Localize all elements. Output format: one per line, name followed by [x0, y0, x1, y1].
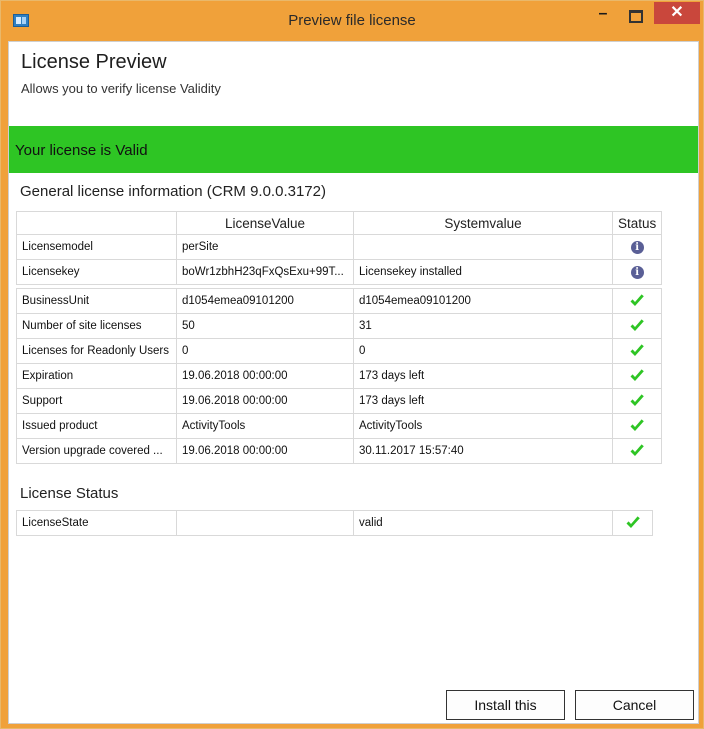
valid-status-banner: Your license is Valid [9, 126, 698, 173]
row-name: Support [16, 388, 177, 414]
row-name: LicenseState [16, 510, 177, 536]
row-name: Licensemodel [16, 234, 177, 260]
row-system-value: d1054emea09101200 [353, 288, 613, 314]
check-icon [626, 516, 640, 528]
row-license-value: 50 [176, 313, 354, 339]
check-icon [630, 319, 644, 331]
maximize-button[interactable] [622, 5, 650, 29]
row-status: i [611, 234, 663, 260]
check-icon [630, 369, 644, 381]
license-status-table: LicenseState valid [16, 510, 653, 536]
row-system-value: 31 [353, 313, 613, 339]
row-license-value: 0 [176, 338, 354, 364]
row-status: i [611, 259, 663, 285]
row-system-value: ActivityTools [353, 413, 613, 439]
minimize-button[interactable]: – [589, 5, 617, 29]
row-license-value: d1054emea09101200 [176, 288, 354, 314]
row-system-value: 173 days left [353, 363, 613, 389]
column-header-status[interactable]: Status [611, 211, 663, 235]
preview-license-window: Preview file license – ✕ License Preview… [0, 0, 704, 729]
info-icon[interactable]: i [630, 265, 644, 279]
row-name: Licensekey [16, 259, 177, 285]
table-row[interactable]: Support 19.06.2018 00:00:00 173 days left [16, 388, 663, 414]
table-row[interactable]: Number of site licenses 50 31 [16, 313, 663, 339]
column-header-name[interactable] [16, 211, 177, 235]
row-name: Licenses for Readonly Users [16, 338, 177, 364]
row-license-value: boWr1zbhH23qFxQsExu+99T... [176, 259, 354, 285]
column-header-systemvalue[interactable]: Systemvalue [353, 211, 613, 235]
row-system-value: 173 days left [353, 388, 613, 414]
row-system-value [353, 234, 613, 260]
row-name: Version upgrade covered ... [16, 438, 177, 464]
row-name: Expiration [16, 363, 177, 389]
page-subtitle: Allows you to verify license Validity [21, 81, 221, 96]
row-status [611, 438, 663, 464]
check-icon [630, 344, 644, 356]
table-row[interactable]: Licensemodel perSite i [16, 234, 663, 260]
row-license-value: ActivityTools [176, 413, 354, 439]
column-header-licensevalue[interactable]: LicenseValue [176, 211, 354, 235]
check-icon [630, 444, 644, 456]
row-status [612, 510, 653, 536]
check-icon [630, 294, 644, 306]
check-icon [630, 419, 644, 431]
row-status [611, 363, 663, 389]
row-system-value: Licensekey installed [353, 259, 613, 285]
table-row[interactable]: Licenses for Readonly Users 0 0 [16, 338, 663, 364]
row-name: Number of site licenses [16, 313, 177, 339]
row-system-value: 0 [353, 338, 613, 364]
row-system-value: 30.11.2017 15:57:40 [353, 438, 613, 464]
row-status [611, 338, 663, 364]
row-system-value: valid [353, 510, 613, 536]
row-name: Issued product [16, 413, 177, 439]
row-status [611, 288, 663, 314]
general-info-title: General license information (CRM 9.0.0.3… [20, 183, 326, 200]
row-status [611, 413, 663, 439]
row-license-value: 19.06.2018 00:00:00 [176, 388, 354, 414]
page-title: License Preview [21, 51, 167, 73]
valid-status-text: Your license is Valid [15, 142, 148, 159]
row-license-value [176, 510, 354, 536]
table-row[interactable]: LicenseState valid [16, 510, 653, 536]
row-status [611, 388, 663, 414]
check-icon [630, 394, 644, 406]
license-status-title: License Status [20, 485, 119, 502]
maximize-icon [629, 10, 643, 23]
install-button[interactable]: Install this [446, 690, 565, 720]
table-row[interactable]: BusinessUnit d1054emea09101200 d1054emea09… [16, 288, 663, 314]
row-license-value: 19.06.2018 00:00:00 [176, 438, 354, 464]
cancel-button[interactable]: Cancel [575, 690, 694, 720]
row-name: BusinessUnit [16, 288, 177, 314]
row-status [611, 313, 663, 339]
general-info-table: LicenseValue Systemvalue Status Licensem… [16, 211, 663, 464]
title-bar[interactable]: Preview file license – ✕ [1, 1, 703, 41]
table-row[interactable]: Issued product ActivityTools ActivityTools [16, 413, 663, 439]
row-license-value: 19.06.2018 00:00:00 [176, 363, 354, 389]
dialog-content: License Preview Allows you to verify lic… [8, 41, 699, 724]
close-button[interactable]: ✕ [654, 2, 700, 24]
table-row[interactable]: Licensekey boWr1zbhH23qFxQsExu+99T... Lice… [16, 259, 663, 285]
table-row[interactable]: Expiration 19.06.2018 00:00:00 173 days le… [16, 363, 663, 389]
table-row[interactable]: Version upgrade covered ... 19.06.2018 00… [16, 438, 663, 464]
table-header-row: LicenseValue Systemvalue Status [16, 211, 663, 235]
info-icon[interactable]: i [630, 240, 644, 254]
row-license-value: perSite [176, 234, 354, 260]
